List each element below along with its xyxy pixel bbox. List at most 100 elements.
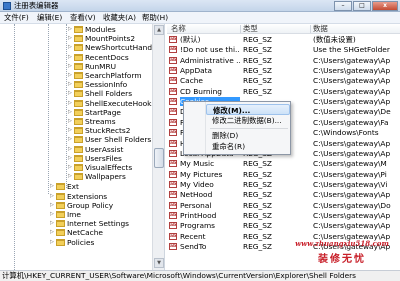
value-name: My Pictures: [180, 169, 223, 179]
value-row[interactable]: ab CD Burning REG_SZ C:\Users\gateway\Ap: [167, 87, 400, 96]
tree-item[interactable]: ▷ NewShortcutHandler: [68, 43, 162, 52]
column-divider[interactable]: [310, 25, 311, 33]
value-row[interactable]: ab Personal REG_SZ C:\Users\gateway\Do: [167, 201, 400, 210]
tree-item[interactable]: ▷ NetCache: [50, 228, 103, 237]
value-data: C:\Users\gateway\Ap: [313, 86, 391, 96]
tree-item-label: MountPoints2: [85, 34, 136, 44]
tree-item[interactable]: ▷ UserAssist: [68, 145, 123, 154]
tree-item[interactable]: ▷ Modules: [68, 25, 116, 34]
value-name: Programs: [180, 221, 216, 231]
tree-item[interactable]: ▷ Extensions: [50, 192, 107, 201]
folder-icon: [56, 183, 65, 191]
column-header-name[interactable]: 名称: [171, 24, 186, 34]
menu-bar: 文件(F) 编辑(E) 查看(V) 收藏夹(A) 帮助(H): [0, 12, 400, 24]
value-type: REG_SZ: [243, 200, 272, 210]
tree-item-label: Shell Folders: [85, 89, 133, 99]
tree-item[interactable]: ▷ MountPoints2: [68, 34, 135, 43]
menu-separator: [210, 128, 288, 129]
value-type: REG_SZ: [243, 190, 272, 200]
value-data: C:\Users\gateway\Ap: [313, 66, 391, 76]
menu-item-delete[interactable]: 删除(D): [206, 130, 290, 141]
value-name: AppData: [180, 66, 213, 76]
value-row[interactable]: ab PrintHood REG_SZ C:\Users\gateway\Ap: [167, 211, 400, 220]
tree-item[interactable]: ▷ Ext: [50, 182, 79, 191]
value-data: C:\Users\gateway\M: [313, 159, 387, 169]
maximize-button[interactable]: □: [353, 1, 371, 11]
watermark: www.zhuangxiu518.com 装修无忧: [284, 236, 400, 270]
value-data: C:\Users\gateway\Ap: [313, 148, 391, 158]
scroll-up-button[interactable]: ▲: [154, 25, 164, 35]
list-header: 名称 类型 数据: [167, 24, 400, 34]
tree-item[interactable]: ▷ RecentDocs: [68, 53, 129, 62]
tree-item[interactable]: ▷ Group Policy: [50, 201, 113, 210]
value-row[interactable]: ab Administrative ... REG_SZ C:\Users\gatew…: [167, 56, 400, 65]
value-data: C:\Windows\Fonts: [313, 128, 379, 138]
tree-item[interactable]: ▷ User Shell Folders: [68, 135, 151, 144]
folder-icon: [56, 201, 65, 209]
column-header-data[interactable]: 数据: [313, 24, 328, 34]
menu-item-modify[interactable]: 修改(M)...: [206, 104, 290, 115]
folder-icon: [74, 44, 83, 52]
value-row[interactable]: ab (默认) REG_SZ (数值未设置): [167, 35, 400, 44]
menu-file[interactable]: 文件(F): [4, 13, 29, 23]
value-row[interactable]: ab NetHood REG_SZ C:\Users\gateway\Ap: [167, 190, 400, 199]
menu-item-modify-binary[interactable]: 修改二进制数据(B)...: [206, 115, 290, 126]
string-value-icon: ab: [169, 139, 177, 147]
value-type: REG_SZ: [243, 55, 272, 65]
tree-item[interactable]: ▷ UsersFiles: [68, 154, 122, 163]
value-type: REG_SZ: [243, 169, 272, 179]
tree-item[interactable]: ▷ Policies: [50, 238, 94, 247]
tree-item[interactable]: ▷ SessionInfo: [68, 80, 127, 89]
column-divider[interactable]: [240, 25, 241, 33]
tree-item[interactable]: ▷ RunMRU: [68, 62, 116, 71]
tree-item-label: SearchPlatform: [85, 71, 142, 80]
tree-item-label: RunMRU: [85, 61, 117, 71]
tree-item-label: UserAssist: [85, 144, 124, 154]
value-data: C:\Users\gateway\Ap: [313, 55, 391, 65]
menu-edit[interactable]: 编辑(E): [37, 13, 62, 23]
value-name: Personal: [180, 200, 212, 210]
menu-view[interactable]: 查看(V): [70, 13, 96, 23]
value-type: REG_SZ: [243, 35, 272, 44]
value-row[interactable]: ab My Pictures REG_SZ C:\Users\gateway\Pi: [167, 170, 400, 179]
menu-favorites[interactable]: 收藏夹(A): [103, 13, 136, 23]
tree-item[interactable]: ▷ Streams: [68, 117, 116, 126]
value-row[interactable]: ab My Music REG_SZ C:\Users\gateway\M: [167, 159, 400, 168]
value-row[interactable]: ab !Do not use thi... REG_SZ Use the SHGetF…: [167, 45, 400, 54]
tree-item[interactable]: ▷ Internet Settings: [50, 219, 129, 228]
tree-item[interactable]: ▷ StuckRects2: [68, 126, 130, 135]
tree-item[interactable]: ▷ VisualEffects: [68, 163, 132, 172]
string-value-icon: ab: [169, 191, 177, 199]
tree-item[interactable]: ▷ SearchPlatform: [68, 71, 142, 80]
minimize-button[interactable]: –: [334, 1, 352, 11]
tree-item[interactable]: ▷ ShellExecuteHooks: [68, 99, 155, 108]
menu-item-rename[interactable]: 重命名(R): [206, 141, 290, 152]
value-name: My Video: [180, 179, 214, 189]
column-header-type[interactable]: 类型: [243, 24, 258, 34]
tree-item[interactable]: ▷ Ime: [50, 210, 81, 219]
tree-item[interactable]: ▷ Shell Folders: [68, 89, 132, 98]
value-type: REG_SZ: [243, 76, 272, 86]
status-bar-path: 计算机\HKEY_CURRENT_USER\Software\Microsoft…: [0, 270, 400, 281]
close-button[interactable]: x: [372, 1, 398, 11]
folder-icon: [74, 53, 83, 61]
tree-item[interactable]: ▷ Wallpapers: [68, 172, 126, 181]
string-value-icon: ab: [169, 222, 177, 230]
folder-icon: [74, 145, 83, 153]
tree-item[interactable]: ▷ StartPage: [68, 108, 121, 117]
value-data: (数值未设置): [313, 35, 356, 44]
folder-icon: [56, 238, 65, 246]
registry-key-tree[interactable]: ▷ Modules ▷ MountPoints2 ▷ NewShortcutHandler…: [0, 24, 165, 270]
value-row[interactable]: ab My Video REG_SZ C:\Users\gateway\Vi: [167, 180, 400, 189]
tree-scrollbar[interactable]: ▲ ▼: [152, 24, 164, 270]
value-row[interactable]: ab Programs REG_SZ C:\Users\gateway\Ap: [167, 221, 400, 230]
value-type: REG_SZ: [243, 66, 272, 76]
value-row[interactable]: ab Cache REG_SZ C:\Users\gateway\Ap: [167, 76, 400, 85]
value-data: C:\Users\gateway\Do: [313, 200, 391, 210]
menu-help[interactable]: 帮助(H): [142, 13, 168, 23]
scroll-down-button[interactable]: ▼: [154, 258, 164, 268]
scroll-thumb[interactable]: [154, 148, 164, 168]
value-data: C:\Users\gateway\Ap: [313, 210, 391, 220]
string-value-icon: ab: [169, 129, 177, 137]
value-row[interactable]: ab AppData REG_SZ C:\Users\gateway\Ap: [167, 66, 400, 75]
